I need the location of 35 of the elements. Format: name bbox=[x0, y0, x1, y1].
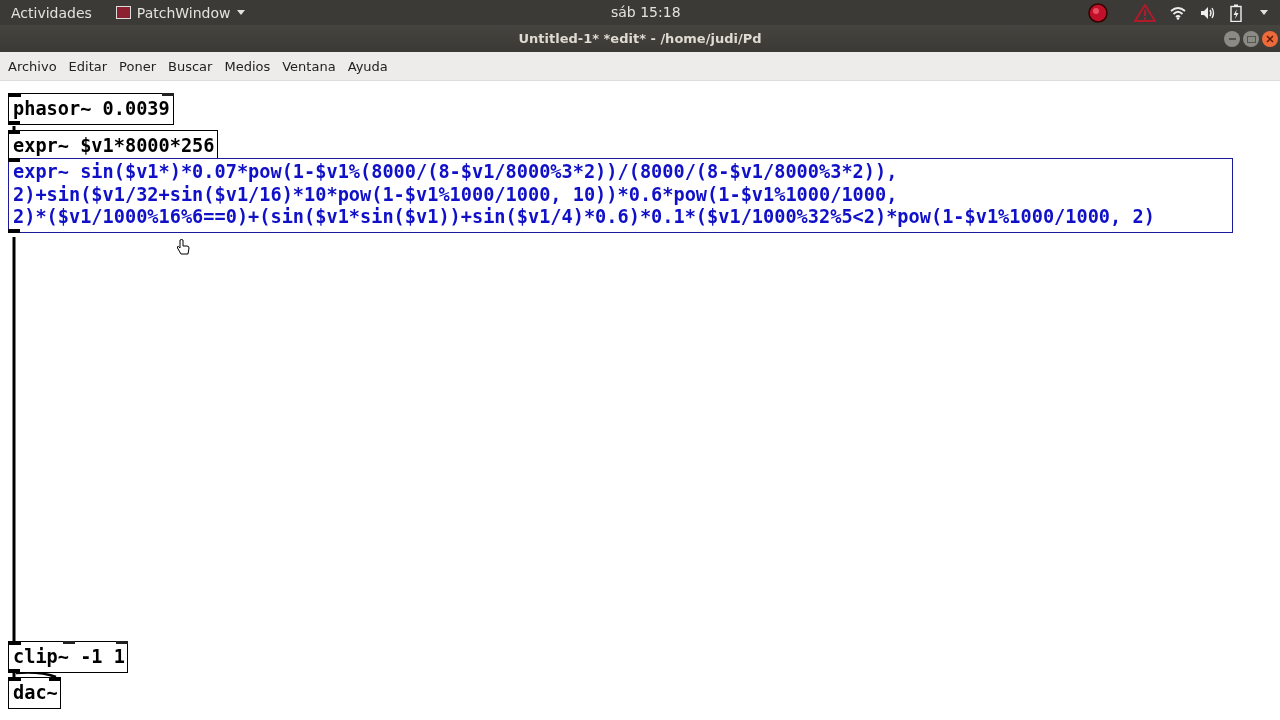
menu-item[interactable]: Medios bbox=[224, 58, 271, 74]
close-icon bbox=[1266, 35, 1274, 43]
window-title: Untitled-1* *edit* - /home/judi/Pd bbox=[518, 31, 762, 46]
inlet-port[interactable] bbox=[8, 157, 20, 162]
wifi-icon[interactable] bbox=[1170, 5, 1186, 20]
menu-item[interactable]: Archivo bbox=[8, 58, 57, 74]
menu-item[interactable]: Ayuda bbox=[347, 58, 388, 74]
maximize-button[interactable] bbox=[1243, 31, 1259, 47]
inlet-port[interactable] bbox=[9, 676, 21, 681]
minimize-button[interactable] bbox=[1224, 31, 1240, 47]
inlet-port[interactable] bbox=[62, 640, 75, 644]
inlet-port[interactable] bbox=[49, 676, 61, 681]
object-text: 2)*($v1/1000%16%6==0)+(sin($v1*sin($v1))+sin($v1/4)*0.6)*0.1*($v1/1000%32%5<2)*pow(1-$v1%1000/1000, 2) bbox=[13, 206, 1156, 229]
close-button[interactable] bbox=[1262, 31, 1278, 47]
inlet-port[interactable] bbox=[9, 92, 21, 97]
menu-item[interactable]: Poner bbox=[119, 58, 157, 74]
activities-button[interactable]: Actividades bbox=[0, 4, 92, 21]
inlet-port[interactable] bbox=[9, 640, 21, 645]
object-text: 2)+sin($v1/32+sin($v1/16)*10*pow(1-$v1%1000/1000, 10))*0.6*pow(1-$v1%1000/1000, bbox=[13, 183, 899, 206]
menu-item[interactable]: Ventana bbox=[282, 58, 336, 74]
hand-cursor-icon bbox=[176, 239, 190, 255]
menu-item[interactable]: Buscar bbox=[168, 58, 213, 74]
inlet-port[interactable] bbox=[116, 640, 128, 644]
volume-icon[interactable] bbox=[1200, 5, 1216, 20]
clock[interactable]: sáb 15:18 bbox=[611, 4, 681, 20]
menu-item[interactable]: Editar bbox=[68, 58, 108, 74]
app-menu[interactable]: PatchWindow bbox=[115, 4, 245, 21]
patch-cord[interactable] bbox=[15, 671, 57, 679]
object-text: expr~ sin($v1*)*0.07*pow(1-$v1%(8000/(8-$v1/8000%3*2))/(8000/(8-$v1/8000%3*2)), bbox=[13, 161, 899, 184]
inlet-port[interactable] bbox=[8, 129, 20, 134]
inlet-port[interactable] bbox=[162, 92, 174, 96]
battery-icon[interactable] bbox=[1230, 3, 1242, 22]
caret-icon[interactable] bbox=[1260, 10, 1268, 15]
record-indicator-icon[interactable] bbox=[1088, 2, 1108, 23]
object-box[interactable] bbox=[8, 158, 1233, 233]
